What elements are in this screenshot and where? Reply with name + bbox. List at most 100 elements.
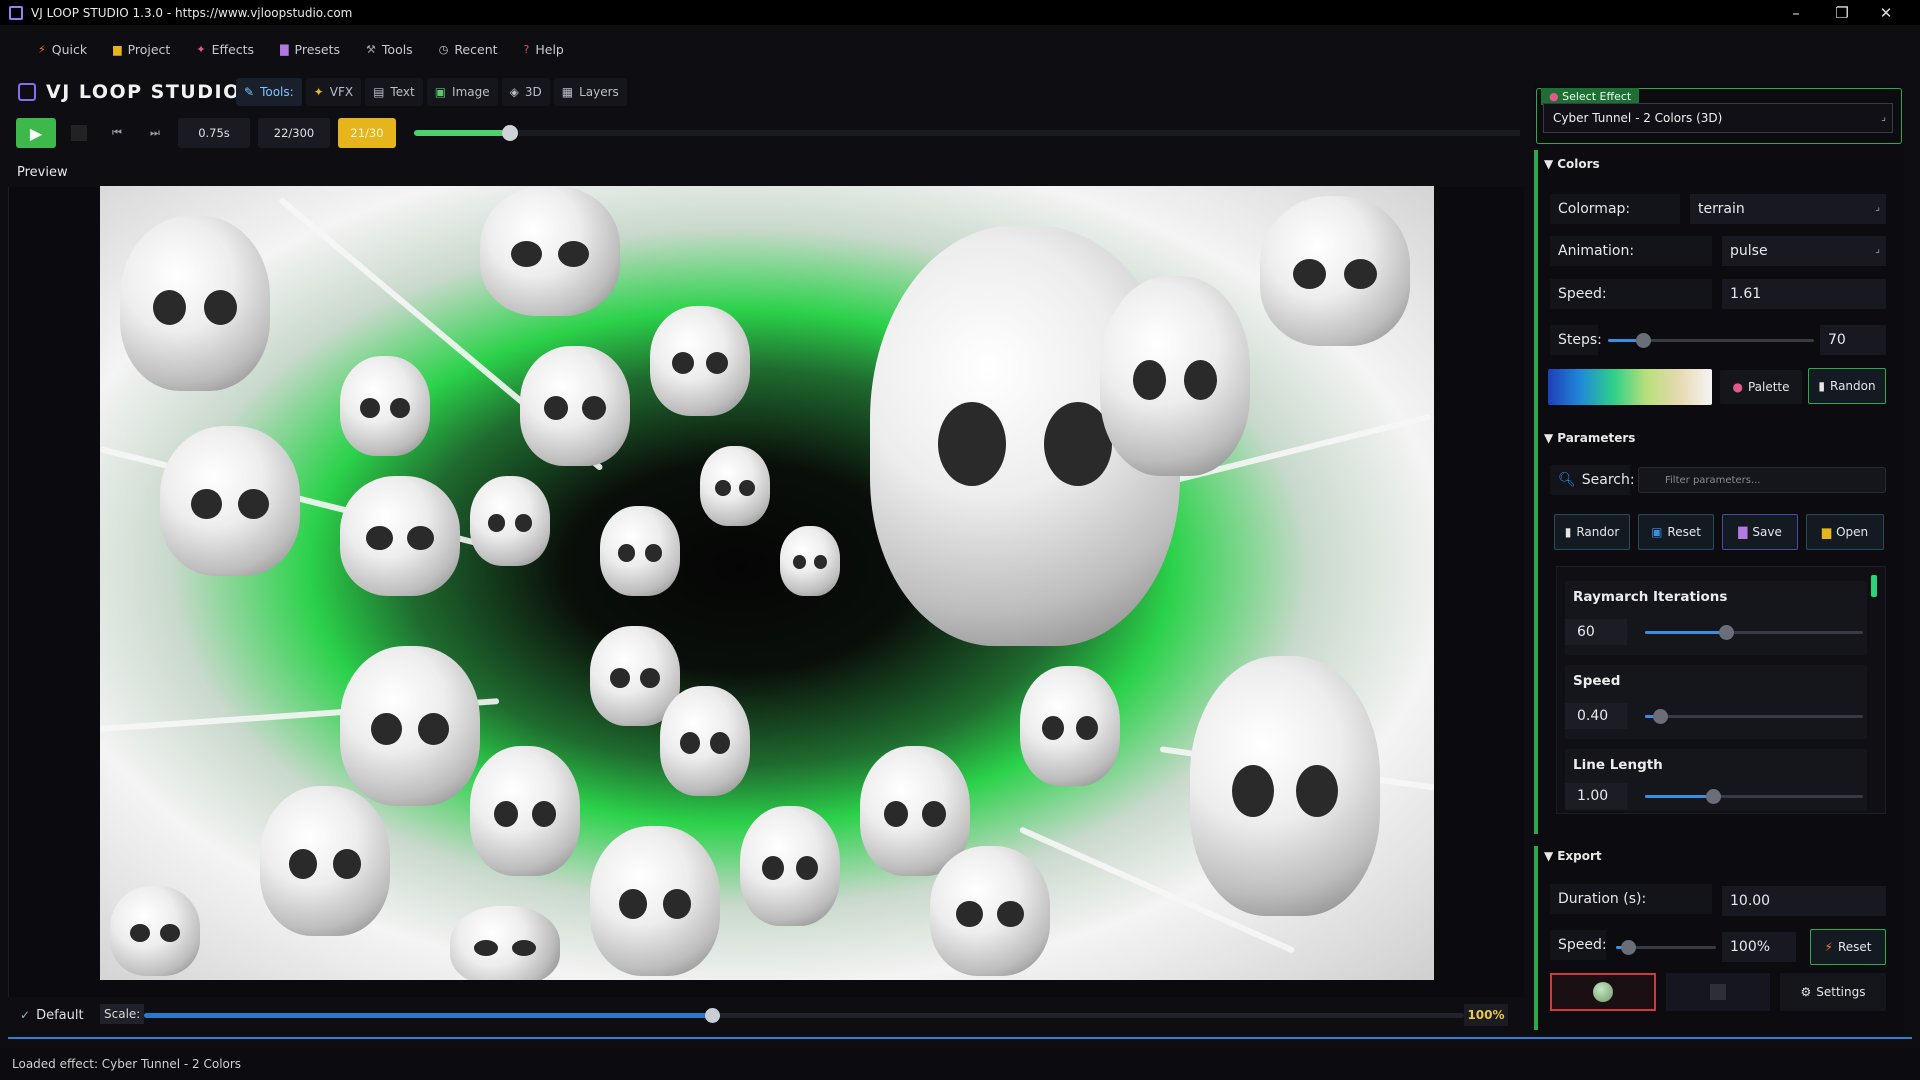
settings-button[interactable]: ⚙ Settings [1780, 973, 1886, 1011]
skip-back-button[interactable]: ⏮ [102, 118, 132, 148]
scale-knob[interactable] [704, 1008, 720, 1023]
export-reset-button[interactable]: ⚡ Reset [1810, 929, 1886, 965]
triangle-down-icon: ▼ [1544, 431, 1554, 445]
play-button[interactable]: ▶ [16, 118, 56, 148]
menu-presets[interactable]: ▇ Presets [274, 34, 360, 64]
parameters-header[interactable]: ▼ Parameters [1544, 431, 1635, 445]
preset-default[interactable]: Default [36, 1008, 84, 1023]
palette-button-label: Palette [1747, 380, 1790, 394]
layers-icon: ▦ [561, 85, 574, 99]
select-effect-dropdown[interactable]: Cyber Tunnel - 2 Colors (3D) ⌟ [1543, 103, 1893, 133]
reset-params-label: Reset [1667, 525, 1701, 539]
reset-params-button[interactable]: ▣ Reset [1638, 514, 1714, 550]
steps-knob[interactable] [1636, 333, 1652, 348]
stop-export-button[interactable] [1666, 973, 1770, 1011]
skull [470, 476, 550, 566]
scale-slider[interactable] [144, 1008, 1464, 1023]
time-display: 0.75s [178, 118, 250, 148]
open-params-button[interactable]: ▆ Open [1806, 514, 1884, 550]
tab-text-label: Text [390, 85, 415, 99]
parameters-scrollbar[interactable] [1871, 575, 1877, 597]
save-params-label: Save [1752, 525, 1782, 539]
status-bar: Loaded effect: Cyber Tunnel - 2 Colors [0, 1048, 1920, 1080]
param-value[interactable]: 0.40 [1565, 703, 1627, 729]
status-text: Loaded effect: Cyber Tunnel - 2 Colors [12, 1057, 242, 1071]
random-params-label: Randor [1576, 525, 1620, 539]
search-input[interactable]: Filter parameters... [1638, 467, 1886, 493]
tab-text[interactable]: ▤ Text [365, 78, 423, 106]
duration-input[interactable]: 10.00 [1722, 886, 1886, 916]
export-header[interactable]: ▼ Export [1544, 849, 1602, 863]
fps-badge: 21/30 [338, 118, 396, 148]
param-value[interactable]: 1.00 [1565, 783, 1627, 809]
param-raymarch-iterations: Raymarch Iterations 60 [1565, 581, 1867, 655]
param-slider[interactable] [1645, 789, 1863, 804]
scale-fill [144, 1013, 712, 1018]
param-knob[interactable] [1705, 789, 1721, 804]
pencil-icon: ✎ [244, 85, 255, 99]
colors-header[interactable]: ▼ Colors [1544, 157, 1600, 171]
animation-value: pulse [1730, 243, 1768, 259]
timeline-fill [414, 130, 510, 136]
param-knob[interactable] [1718, 625, 1734, 640]
param-slider[interactable] [1645, 709, 1863, 724]
dice-icon: ▮ [1818, 379, 1825, 393]
steps-value[interactable]: 70 [1820, 325, 1886, 355]
tab-tools[interactable]: ✎ Tools: [236, 78, 302, 106]
stop-button[interactable] [64, 118, 94, 148]
param-value[interactable]: 60 [1565, 619, 1627, 645]
tab-vfx[interactable]: ✦ VFX [305, 78, 362, 106]
menu-project-label: Project [127, 41, 171, 57]
skip-forward-icon: ⏭ [150, 126, 160, 139]
menu-project[interactable]: ▆ Project [107, 34, 190, 64]
palette-button[interactable]: ● Palette [1720, 370, 1802, 404]
menu-effects[interactable]: ✦ Effects [190, 34, 274, 64]
random-params-button[interactable]: ▮ Randor [1554, 514, 1630, 550]
export-speed-slider[interactable] [1616, 940, 1716, 955]
menu-tools[interactable]: ⚒ Tools [360, 34, 433, 64]
tab-layers[interactable]: ▦ Layers [553, 78, 627, 106]
skull [660, 686, 750, 796]
steps-label: Steps: [1550, 325, 1602, 355]
save-icon: ▇ [1738, 525, 1748, 539]
effects-icon: ● [1549, 90, 1563, 103]
image-icon: ▣ [434, 85, 447, 99]
preview-canvas[interactable] [100, 186, 1434, 980]
maximize-button[interactable]: ❐ [1820, 0, 1864, 25]
tool-tabs: ✎ Tools: ✦ VFX ▤ Text ▣ Image ◈ 3D ▦ Layers [236, 78, 627, 106]
reset-icon: ▣ [1651, 525, 1663, 539]
menu-help[interactable]: ? Help [518, 34, 584, 64]
timeline-knob[interactable] [502, 125, 518, 141]
parameters-list[interactable]: Raymarch Iterations 60 Speed 0.40 Line L… [1556, 566, 1886, 814]
export-speed-value[interactable]: 100% [1722, 932, 1796, 962]
colormap-value: terrain [1698, 201, 1745, 217]
record-button[interactable] [1550, 973, 1656, 1011]
skip-forward-button[interactable]: ⏭ [140, 118, 170, 148]
colormap-preview [1548, 369, 1712, 405]
colors-section-bar [1534, 150, 1538, 430]
menu-recent[interactable]: ◷ Recent [433, 34, 518, 64]
animation-dropdown[interactable]: pulse ⌟ [1722, 236, 1886, 266]
colormap-dropdown[interactable]: terrain ⌟ [1690, 194, 1886, 224]
brand-name: VJ LOOP STUDIO [46, 81, 241, 103]
tools-icon: ⚒ [366, 42, 376, 56]
skull [1190, 656, 1380, 916]
save-params-button[interactable]: ▇ Save [1722, 514, 1798, 550]
close-button[interactable]: ✕ [1864, 0, 1908, 25]
tab-image[interactable]: ▣ Image [426, 78, 498, 106]
timeline-slider[interactable] [414, 125, 1520, 141]
minimize-button[interactable]: – [1774, 0, 1818, 25]
export-speed-knob[interactable] [1621, 940, 1636, 955]
speed-input[interactable]: 1.61 [1722, 279, 1886, 309]
param-knob[interactable] [1653, 709, 1669, 724]
random-colors-button[interactable]: ▮ Randon [1808, 368, 1886, 404]
steps-slider[interactable] [1608, 333, 1814, 348]
skull [120, 216, 270, 391]
param-slider[interactable] [1645, 625, 1863, 640]
param-line-length: Line Length 1.00 [1565, 749, 1867, 811]
menu-quick[interactable]: ⚡ Quick [32, 34, 107, 64]
tab-3d[interactable]: ◈ 3D [501, 78, 550, 106]
tab-tools-label: Tools: [260, 85, 294, 99]
menu-effects-label: Effects [211, 41, 255, 57]
animation-label: Animation: [1550, 236, 1712, 266]
